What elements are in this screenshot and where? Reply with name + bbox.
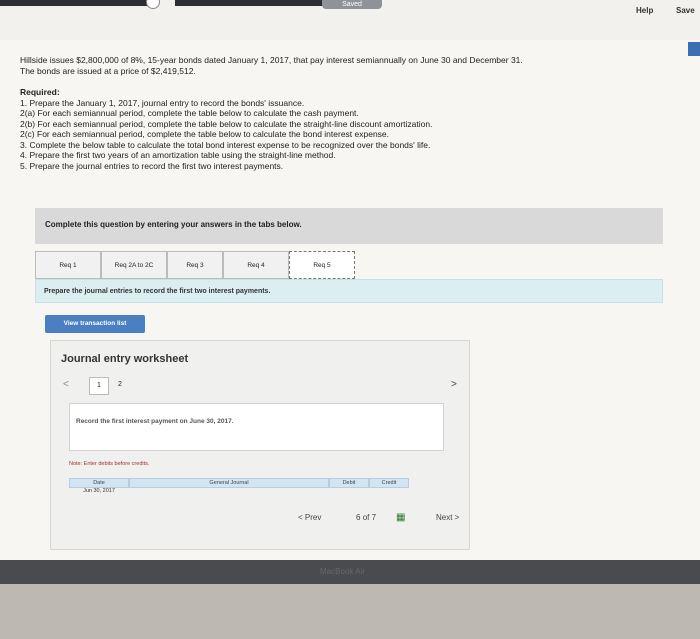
problem-line-2: The bonds are issued at a price of $2,41…	[20, 66, 196, 76]
tab-req-3[interactable]: Req 3	[167, 251, 223, 279]
problem-statement: Hillside issues $2,800,000 of 8%, 15-yea…	[20, 55, 660, 77]
next-label: Next	[436, 513, 453, 522]
required-item: 2(a) For each semiannual period, complet…	[20, 108, 359, 118]
required-item: 1. Prepare the January 1, 2017, journal …	[20, 97, 305, 108]
grid-icon[interactable]: ▦	[396, 512, 405, 523]
col-header-credit: Credit	[369, 478, 409, 488]
date-cell: Jun 30, 2017	[83, 488, 115, 494]
save-button[interactable]: Save	[676, 6, 695, 15]
top-nav-strip	[0, 0, 150, 6]
side-panel-tab[interactable]	[688, 42, 700, 56]
page-current: 6	[356, 513, 361, 522]
col-header-debit: Debit	[329, 478, 369, 488]
worksheet-next-icon[interactable]: >	[451, 379, 457, 390]
tab-req-1[interactable]: Req 1	[35, 251, 101, 279]
next-button[interactable]: Next >	[436, 513, 459, 522]
banner-text: Complete this question by entering your …	[45, 220, 302, 229]
required-list: Required: 1. Prepare the January 1, 2017…	[20, 87, 660, 171]
view-transaction-list-button[interactable]: View transaction list	[45, 315, 145, 333]
worksheet-page-1[interactable]: 1	[89, 377, 109, 395]
col-header-date: Date	[69, 478, 129, 488]
progress-circle-icon	[146, 0, 160, 9]
tab-instruction-text: Prepare the journal entries to record th…	[44, 288, 271, 295]
record-instruction-box: Record the first interest payment on Jun…	[69, 403, 444, 451]
required-item: 3. Complete the below table to calculate…	[20, 139, 431, 150]
required-item: 2(c) For each semiannual period, complet…	[20, 129, 390, 139]
tab-instruction: Prepare the journal entries to record th…	[35, 279, 663, 303]
prev-label: Prev	[304, 513, 322, 522]
top-bar: Saved Help Save	[0, 0, 700, 40]
required-item: 4. Prepare the first two years of an amo…	[20, 150, 336, 160]
worksheet-page-2[interactable]: 2	[111, 377, 129, 393]
required-heading: Required:	[20, 87, 60, 97]
tab-req-5[interactable]: Req 5	[289, 251, 355, 279]
col-header-general-journal: General Journal	[129, 478, 329, 488]
worksheet-title: Journal entry worksheet	[61, 353, 189, 365]
laptop-brand-text: MacBook Air	[320, 567, 365, 576]
page-indicator: 6 of 7	[356, 513, 376, 522]
required-item: 2(b) For each semiannual period, complet…	[20, 118, 433, 129]
page-total: 7	[371, 513, 377, 522]
journal-entry-worksheet: Journal entry worksheet < 1 2 > Record t…	[50, 340, 470, 550]
prev-button[interactable]: < Prev	[298, 513, 321, 522]
page-of: of	[362, 513, 370, 522]
tab-req-2a-2c[interactable]: Req 2A to 2C	[101, 251, 167, 279]
problem-line-1: Hillside issues $2,800,000 of 8%, 15-yea…	[20, 55, 523, 65]
required-item: 5. Prepare the journal entries to record…	[20, 160, 284, 171]
tab-req-4[interactable]: Req 4	[223, 251, 289, 279]
worksheet-prev-icon[interactable]: <	[63, 379, 69, 390]
instructions-banner: Complete this question by entering your …	[35, 208, 663, 244]
record-instruction-text: Record the first interest payment on Jun…	[76, 418, 234, 425]
worksheet-note: Note: Enter debits before credits.	[69, 461, 150, 467]
help-button[interactable]: Help	[636, 6, 653, 15]
saved-badge: Saved	[322, 0, 382, 9]
